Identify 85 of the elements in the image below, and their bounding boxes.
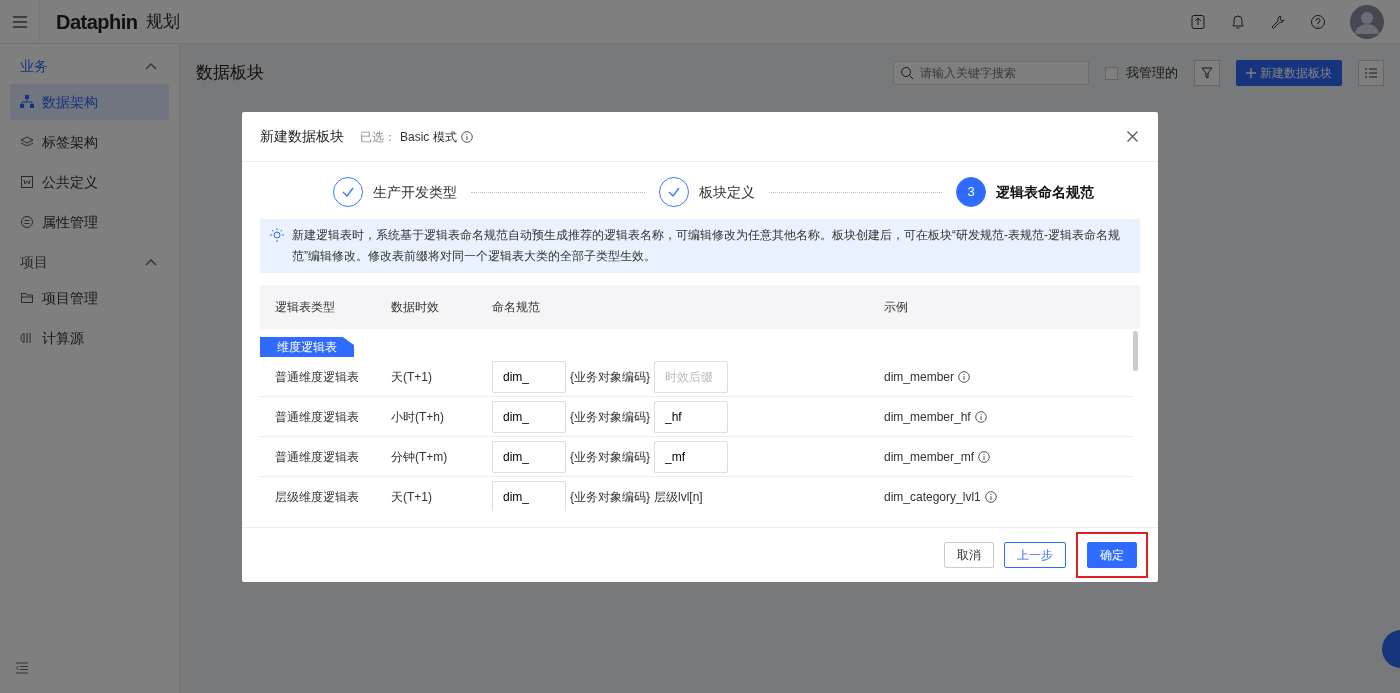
step-number: 3 <box>956 177 986 207</box>
sidebar-item[interactable]: 数据架构 <box>10 84 169 120</box>
layers-icon <box>20 135 34 149</box>
info-icon <box>460 130 473 143</box>
close-icon[interactable] <box>1127 131 1138 142</box>
example-name: dim_member <box>884 368 955 386</box>
column-header: 命名规范 <box>492 299 541 316</box>
brand-logo[interactable]: Dataphin <box>56 6 138 37</box>
suffix-input[interactable]: _mf <box>654 440 728 473</box>
hierarchy-icon <box>20 95 34 109</box>
column-header: 数据时效 <box>391 299 440 316</box>
object-code-text: {业务对象编码} <box>570 488 650 506</box>
search-field[interactable]: 请输入关键字搜索 <box>893 61 1089 85</box>
info-icon <box>958 370 971 383</box>
table-cell-text: 层级维度逻辑表 <box>275 488 360 506</box>
bars-icon <box>20 331 34 345</box>
plus-icon <box>1246 68 1256 78</box>
selected-label: 已选： <box>360 128 396 146</box>
step-label: 板块定义 <box>698 182 755 202</box>
info-icon <box>984 490 997 503</box>
lightbulb-icon <box>270 228 284 242</box>
table-cell-text: 小时(T+h) <box>391 408 445 426</box>
sidebar-item[interactable]: 计算源 <box>10 320 169 356</box>
prefix-input[interactable]: dim_ <box>492 360 566 393</box>
folder-icon <box>20 291 34 305</box>
object-code-text: {业务对象编码} <box>570 408 650 426</box>
collapse-icon[interactable] <box>145 62 157 70</box>
column-header: 示例 <box>884 299 909 316</box>
alert-text: 新建逻辑表时，系统基于逻辑表命名规范自动预生成推荐的逻辑表名称，可编辑修改为任意其他名称。板块创建后，可在板块“研发规范-表规范-逻辑表命名规范”编辑修改。修改表前缀将对同一个逻辑表大类的全部子类型生效。 <box>292 227 1121 265</box>
sidebar-group[interactable]: 业务 <box>20 55 48 77</box>
search-icon <box>900 66 914 80</box>
prefix-input[interactable]: dim_ <box>492 400 566 433</box>
module-title: 规划 <box>145 10 180 33</box>
table-cell-text: 普通维度逻辑表 <box>275 448 360 466</box>
example-name: dim_member_mf <box>884 448 975 466</box>
previous-button[interactable]: 上一步 <box>1004 542 1066 568</box>
menu-icon[interactable] <box>12 15 27 28</box>
wrench-icon[interactable] <box>1270 13 1286 30</box>
sidebar-item[interactable]: 属性管理 <box>10 204 169 240</box>
new-block-button[interactable]: 新建数据板块 <box>1236 60 1342 86</box>
info-icon <box>974 410 987 423</box>
object-code-text: {业务对象编码} <box>570 368 650 386</box>
info-icon <box>978 450 991 463</box>
table-cell-text: 普通维度逻辑表 <box>275 408 360 426</box>
step-label: 生产开发类型 <box>373 182 457 202</box>
modal-title: 新建数据板块 <box>260 127 344 146</box>
sidebar-group[interactable]: 项目 <box>20 251 48 273</box>
list-view-button[interactable] <box>1358 60 1384 86</box>
help-icon[interactable] <box>1310 13 1326 30</box>
collapse-sidebar-icon[interactable] <box>16 662 28 675</box>
sidebar-item[interactable]: 项目管理 <box>10 280 169 316</box>
column-header: 逻辑表类型 <box>275 299 336 316</box>
table-cell-text: 天(T+1) <box>391 488 433 506</box>
table-cell-text: 天(T+1) <box>391 368 433 386</box>
sidebar-item[interactable]: 标签架构 <box>10 124 169 160</box>
step-label: 逻辑表命名规范 <box>996 182 1094 202</box>
sidebar-item[interactable]: 公共定义 <box>10 164 169 200</box>
table-cell-text: 普通维度逻辑表 <box>275 368 360 386</box>
filter-button[interactable] <box>1194 60 1220 86</box>
filter-icon <box>1201 67 1213 79</box>
checkbox-label[interactable]: 我管理的 <box>1126 63 1178 83</box>
assistant-button[interactable] <box>1382 630 1400 668</box>
checkbox[interactable] <box>1105 66 1118 80</box>
confirm-button[interactable]: 确定 <box>1087 542 1137 568</box>
suffix-input[interactable]: 时效后缀 <box>654 360 728 393</box>
prefix-input[interactable]: dim_ <box>492 440 566 473</box>
collapse-icon[interactable] <box>145 258 157 266</box>
example-name: dim_category_lvl1 <box>884 488 981 506</box>
upload-icon[interactable] <box>1190 13 1206 30</box>
bell-icon[interactable] <box>1230 13 1246 30</box>
example-name: dim_member_hf <box>884 408 971 426</box>
selected-mode: Basic 模式 <box>400 128 457 146</box>
table-cell-text: 分钟(T+m) <box>391 448 449 466</box>
cancel-button[interactable]: 取消 <box>944 542 994 568</box>
object-code-text: {业务对象编码} <box>570 448 650 466</box>
suffix-text: 层级lvl[n] <box>654 488 703 506</box>
group-tag: 维度逻辑表 <box>260 337 354 357</box>
list-icon <box>20 215 34 229</box>
page-title: 数据板块 <box>196 62 264 85</box>
list-icon <box>1365 67 1377 79</box>
prefix-input[interactable]: dim_ <box>492 480 566 511</box>
document-icon <box>20 175 34 189</box>
suffix-input[interactable]: _hf <box>654 400 728 433</box>
avatar[interactable] <box>1350 4 1384 39</box>
scrollbar-thumb[interactable] <box>1133 331 1138 371</box>
